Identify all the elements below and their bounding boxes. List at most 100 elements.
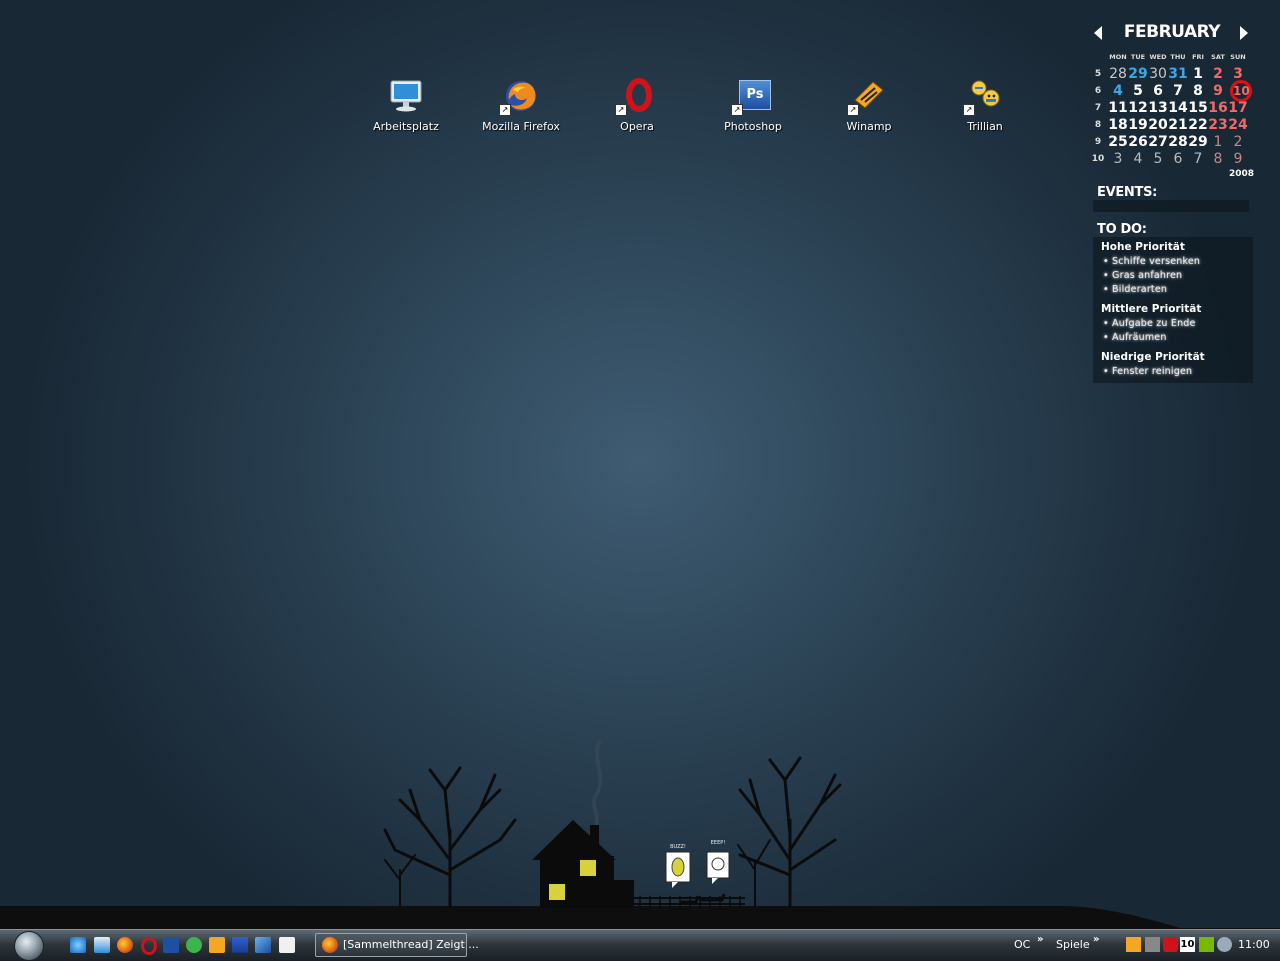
desktop-icon-winamp[interactable]: ↗ Winamp — [819, 78, 919, 133]
calendar-day[interactable]: 25 — [1108, 134, 1128, 150]
calendar-day[interactable]: 1 — [1188, 66, 1208, 82]
desktop-icon-trillian[interactable]: ↗ Trillian — [935, 78, 1035, 133]
desktop-icon-label: Trillian — [967, 120, 1003, 133]
calendar-day[interactable]: 31 — [1168, 66, 1188, 82]
calendar-day[interactable]: 20 — [1148, 117, 1168, 133]
calendar-day[interactable]: 28 — [1108, 66, 1128, 82]
quicklaunch-save-icon[interactable] — [232, 937, 248, 953]
shortcut-arrow-icon: ↗ — [847, 104, 859, 116]
calendar-day[interactable]: 4 — [1108, 83, 1128, 99]
calendar-day[interactable]: 14 — [1168, 100, 1188, 116]
calendar-day[interactable]: 6 — [1148, 83, 1168, 99]
calendar-day[interactable]: 26 — [1128, 134, 1148, 150]
todo-title: TO DO: — [1097, 222, 1147, 237]
calendar-day[interactable]: 22 — [1188, 117, 1208, 133]
calendar-day[interactable]: 18 — [1108, 117, 1128, 133]
toolbar-spiele-chevron-icon[interactable]: » — [1093, 934, 1099, 945]
calendar-day[interactable]: 4 — [1128, 151, 1148, 167]
calendar-day[interactable]: 5 — [1128, 83, 1148, 99]
events-list — [1093, 200, 1249, 212]
next-month-arrow-icon[interactable] — [1240, 26, 1248, 40]
todo-item[interactable]: • Schiffe versenken — [1103, 256, 1249, 267]
calendar-day[interactable]: 11 — [1108, 100, 1128, 116]
toolbar-oc-chevron-icon[interactable]: » — [1037, 934, 1043, 945]
quicklaunch-photoshop-icon[interactable] — [163, 937, 179, 953]
calendar-day[interactable]: 29 — [1128, 66, 1148, 82]
desktop-icon-arbeitsplatz[interactable]: Arbeitsplatz — [356, 78, 456, 133]
desktop-icon-label: Opera — [620, 120, 654, 133]
photoshop-logo: Ps — [739, 80, 771, 110]
calendar-day[interactable]: 9 — [1228, 151, 1248, 167]
day-name: MON — [1109, 52, 1127, 61]
taskbar-clock[interactable]: 11:00 — [1238, 938, 1270, 951]
tray-antivirus-icon[interactable] — [1163, 937, 1178, 952]
todo-item[interactable]: • Fenster reinigen — [1103, 366, 1249, 377]
week-number: 5 — [1094, 68, 1102, 79]
calendar-day[interactable]: 12 — [1128, 100, 1148, 116]
toolbar-oc[interactable]: OC — [1014, 938, 1030, 951]
todo-item[interactable]: • Gras anfahren — [1103, 270, 1249, 281]
quicklaunch-firefox-icon[interactable] — [117, 937, 133, 953]
calendar-day[interactable]: 29 — [1188, 134, 1208, 150]
quicklaunch-winamp-icon[interactable] — [209, 937, 225, 953]
calendar-week: 9 25 26 27 28 29 1 2 — [1088, 133, 1258, 150]
bubble-label-right: EEEP! — [711, 840, 726, 846]
calendar-day[interactable]: 28 — [1168, 134, 1188, 150]
calendar-day[interactable]: 6 — [1168, 151, 1188, 167]
wallpaper-landscape: BUZZ! EEEP! — [0, 739, 1280, 930]
calendar-day[interactable]: 16 — [1208, 100, 1228, 116]
tray-network-icon[interactable] — [1217, 937, 1232, 952]
todo-item[interactable]: • Aufgabe zu Ende — [1103, 318, 1249, 329]
toolbar-spiele[interactable]: Spiele — [1056, 938, 1090, 951]
taskbar-window-button[interactable]: [Sammelthread] Zeigt ... — [315, 933, 479, 957]
calendar-day[interactable]: 30 — [1148, 66, 1168, 82]
quicklaunch-p-icon[interactable] — [186, 937, 202, 953]
desktop-icon-label: Winamp — [846, 120, 892, 133]
start-button[interactable] — [14, 931, 44, 961]
quicklaunch-opera-icon[interactable] — [141, 937, 157, 955]
todo-item[interactable]: • Bilderarten — [1103, 284, 1249, 295]
calendar-day[interactable]: 19 — [1128, 117, 1148, 133]
computer-icon — [388, 78, 424, 114]
calendar-day[interactable]: 2 — [1208, 66, 1228, 82]
day-name: SUN — [1230, 52, 1246, 61]
desktop-icon-photoshop[interactable]: Ps ↗ Photoshop — [703, 78, 803, 133]
calendar-day[interactable]: 23 — [1208, 117, 1228, 133]
calendar-day[interactable]: 9 — [1208, 83, 1228, 99]
day-name: TUE — [1130, 52, 1146, 61]
quicklaunch-app-icon[interactable] — [255, 937, 271, 953]
quicklaunch-ie-icon[interactable] — [70, 937, 86, 953]
calendar-day[interactable]: 5 — [1148, 151, 1168, 167]
calendar-day[interactable]: 24 — [1228, 117, 1248, 133]
quicklaunch-folder-icon[interactable] — [279, 937, 295, 953]
priority-heading: Hohe Priorität — [1101, 241, 1185, 253]
calendar-week: 5 28 29 30 31 1 2 3 — [1088, 65, 1258, 82]
calendar-day[interactable]: 8 — [1208, 151, 1228, 167]
calendar-day[interactable]: 3 — [1228, 66, 1248, 82]
week-number: 9 — [1094, 136, 1102, 147]
tray-nvidia-icon[interactable] — [1199, 937, 1214, 952]
calendar-day[interactable]: 2 — [1228, 134, 1248, 150]
todo-item[interactable]: • Aufräumen — [1103, 332, 1249, 343]
tray-winamp-icon[interactable] — [1126, 937, 1141, 952]
calendar-day[interactable]: 13 — [1148, 100, 1168, 116]
calendar-week: 7 11 12 13 14 15 16 17 — [1088, 99, 1258, 116]
quicklaunch-computer-icon[interactable] — [94, 937, 110, 953]
calendar-day[interactable]: 7 — [1188, 151, 1208, 167]
tray-usb-icon[interactable] — [1145, 937, 1160, 952]
calendar-day-today[interactable]: 10 — [1230, 79, 1252, 102]
calendar-day[interactable]: 1 — [1208, 134, 1228, 150]
calendar-day[interactable]: 21 — [1168, 117, 1188, 133]
calendar-day[interactable]: 27 — [1148, 134, 1168, 150]
todo-list: Hohe Priorität • Schiffe versenken • Gra… — [1093, 237, 1253, 383]
tray-badge[interactable]: 10 — [1180, 937, 1195, 952]
calendar-day[interactable]: 8 — [1188, 83, 1208, 99]
photoshop-icon: Ps ↗ — [731, 78, 771, 116]
calendar-day[interactable]: 7 — [1168, 83, 1188, 99]
calendar-day[interactable]: 15 — [1188, 100, 1208, 116]
calendar-day[interactable]: 17 — [1228, 100, 1248, 116]
taskbar: [Sammelthread] Zeigt ... OC » Spiele » 1… — [0, 929, 1280, 961]
calendar-day[interactable]: 3 — [1108, 151, 1128, 167]
desktop-icon-opera[interactable]: ↗ Opera — [587, 78, 687, 133]
desktop-icon-firefox[interactable]: ↗ Mozilla Firefox — [471, 78, 571, 133]
